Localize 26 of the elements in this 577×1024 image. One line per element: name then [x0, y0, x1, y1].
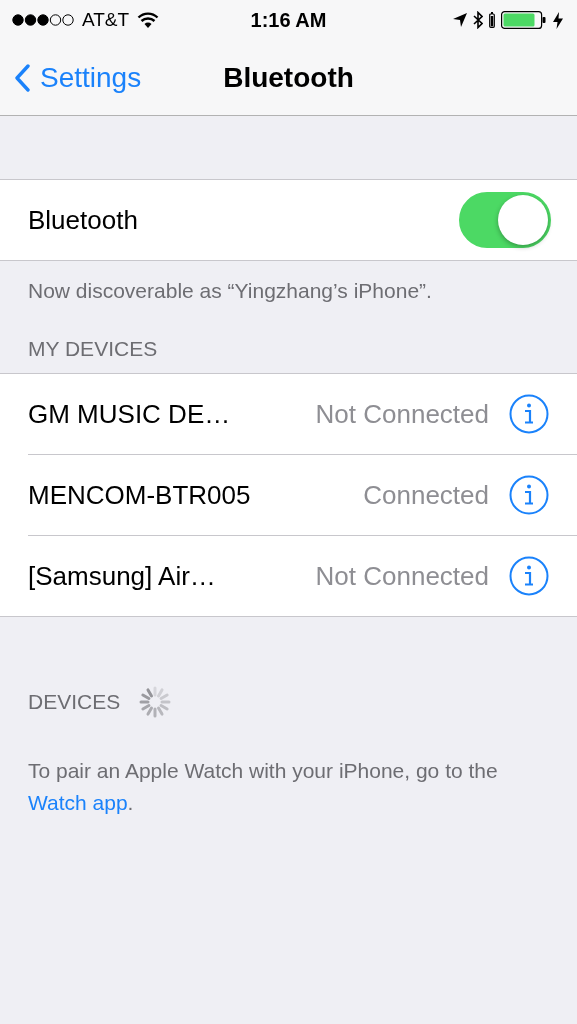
- discoverable-note: Now discoverable as “Yingzhang’s iPhone”.: [27, 278, 433, 304]
- location-arrow-icon: [453, 13, 467, 27]
- back-chevron-icon[interactable]: [14, 63, 30, 92]
- info-icon[interactable]: [509, 394, 549, 434]
- connection-status: Not Connected: [315, 560, 489, 592]
- section-header: MY DEVICES: [28, 337, 158, 361]
- info-icon[interactable]: [509, 475, 549, 515]
- screen-title: Bluetooth: [223, 61, 354, 94]
- device-name[interactable]: MENCOM-BTR005: [28, 479, 364, 511]
- connection-status: Connected: [363, 479, 489, 511]
- wifi-icon: [137, 12, 160, 28]
- bluetooth-label: Bluetooth: [28, 204, 139, 236]
- clock-time: 1:16 AM: [250, 8, 327, 32]
- pairing-instructions: To pair an Apple Watch with your iPhone, go to the Watch app.: [27, 758, 499, 816]
- charging-bolt-icon: [553, 11, 563, 29]
- carrier-name: AT&T: [82, 9, 130, 31]
- bluetooth-icon: [473, 11, 483, 29]
- section-header: DEVICES: [28, 690, 121, 714]
- info-icon[interactable]: [509, 556, 549, 596]
- device-name[interactable]: [Samsung] Air…: [28, 560, 316, 592]
- headset-battery-icon: [489, 12, 495, 28]
- signal-icon: [12, 13, 74, 27]
- battery-icon: [501, 11, 547, 29]
- connection-status: Not Connected: [315, 398, 489, 430]
- bluetooth-toggle[interactable]: [459, 192, 551, 248]
- device-name[interactable]: GM MUSIC DE…: [28, 398, 316, 430]
